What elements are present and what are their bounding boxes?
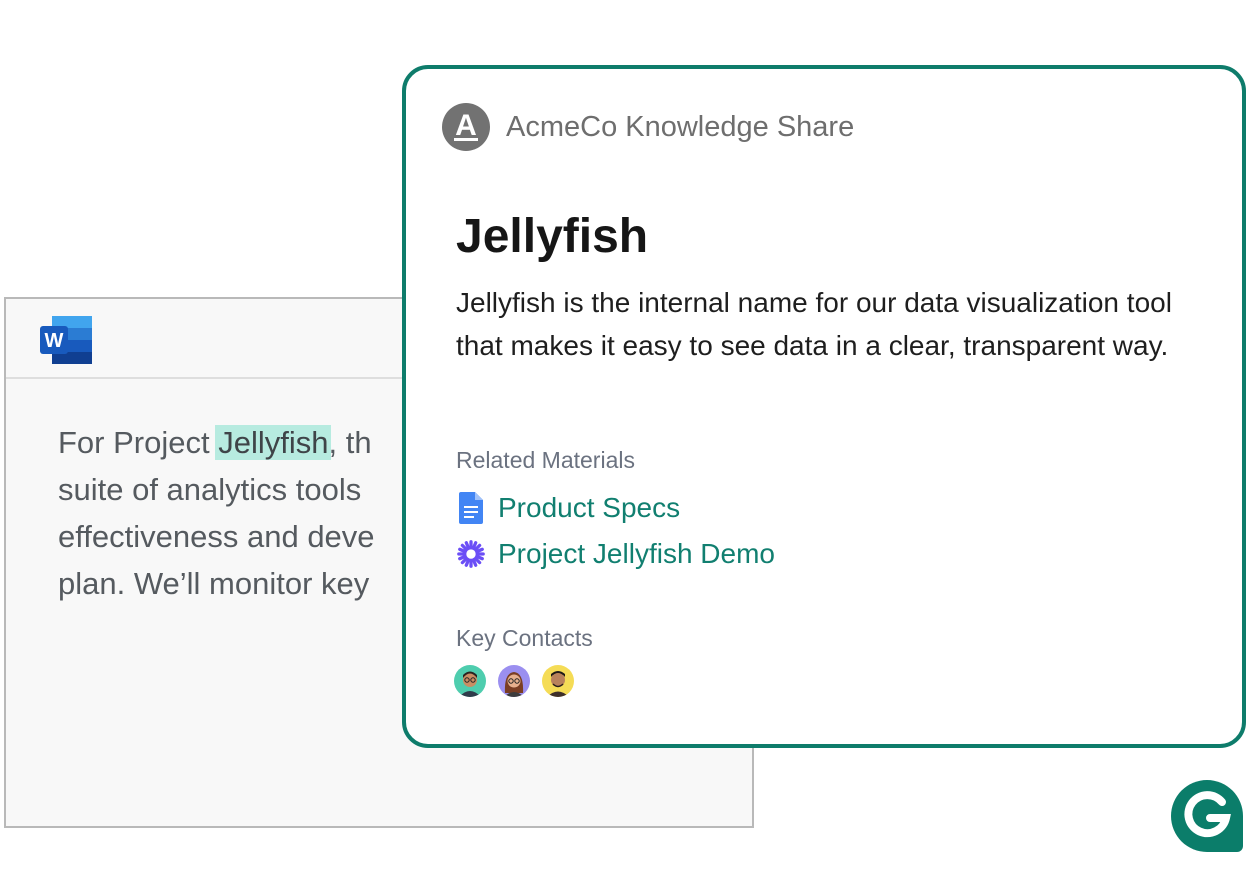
- related-link-product-specs[interactable]: Product Specs: [456, 488, 680, 528]
- asterisk-icon: [456, 537, 486, 571]
- card-title: Jellyfish: [456, 210, 649, 263]
- word-icon[interactable]: W: [38, 316, 94, 364]
- related-link-label[interactable]: Project Jellyfish Demo: [498, 534, 775, 574]
- highlighted-term[interactable]: Jellyfish: [215, 425, 332, 460]
- related-materials-label: Related Materials: [456, 447, 635, 473]
- grammarly-g-icon[interactable]: [1170, 780, 1245, 852]
- brand-name: AcmeCo Knowledge Share: [506, 111, 855, 143]
- key-contacts-list: [454, 665, 574, 697]
- card-description: Jellyfish is the internal name for our d…: [456, 287, 1172, 361]
- related-link-label[interactable]: Product Specs: [498, 488, 680, 528]
- key-contacts-label: Key Contacts: [456, 625, 593, 651]
- google-doc-icon: [456, 491, 486, 525]
- avatar-man-yellow[interactable]: [542, 665, 574, 697]
- avatar-man-glasses[interactable]: [454, 665, 486, 697]
- knowledge-card: A AcmeCo Knowledge Share Jellyfish Jelly…: [402, 65, 1246, 748]
- related-link-jellyfish-demo[interactable]: Project Jellyfish Demo: [456, 534, 775, 574]
- acmeco-logo-icon: A: [442, 103, 490, 151]
- avatar-woman-glasses[interactable]: [498, 665, 530, 697]
- svg-text:W: W: [45, 330, 64, 352]
